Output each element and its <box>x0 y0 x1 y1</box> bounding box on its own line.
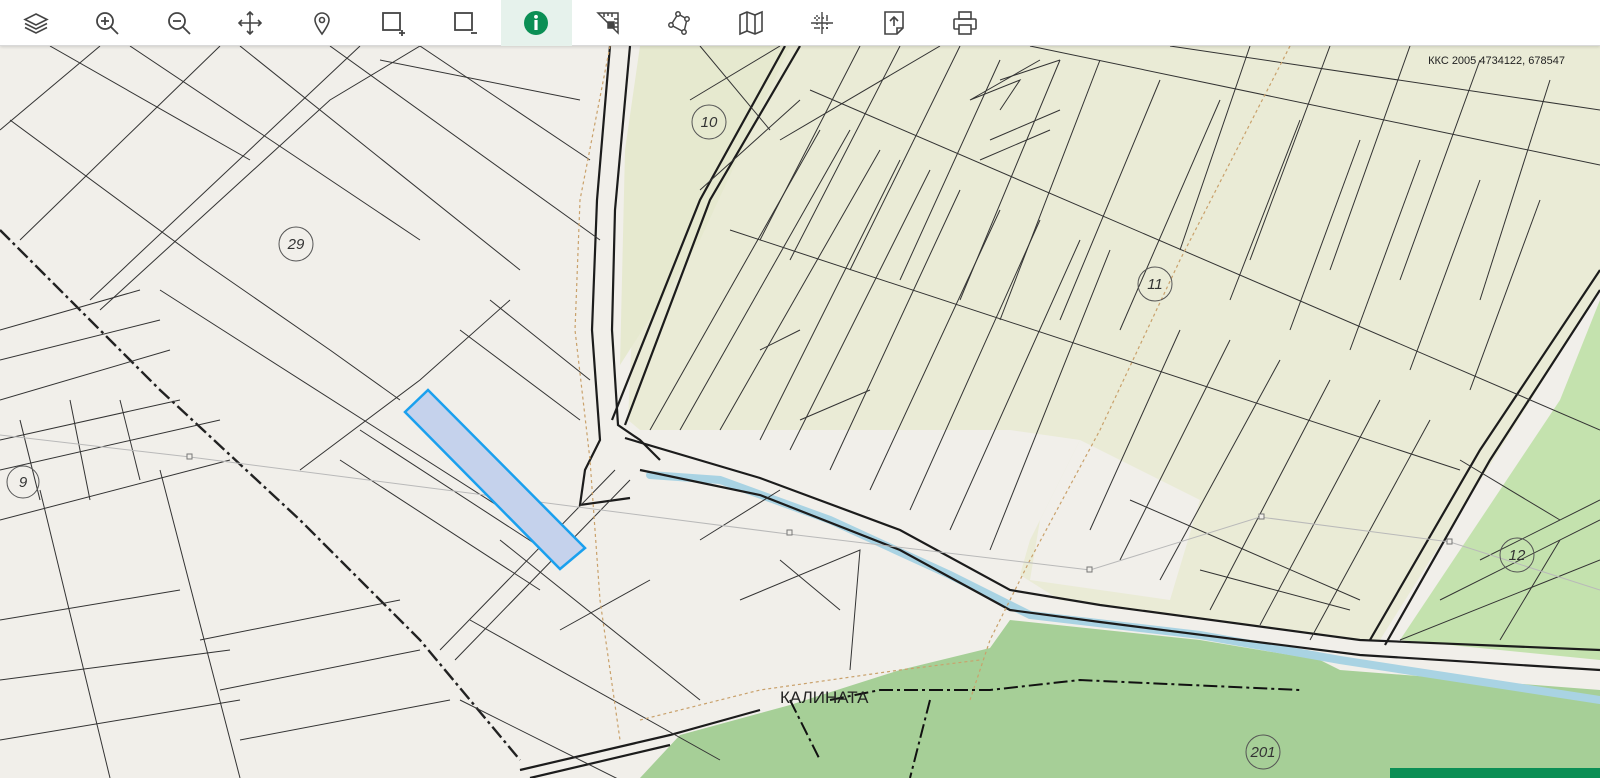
cadastral-map[interactable]: 10 29 11 9 12 201 КАЛИНАТА <box>0 46 1600 778</box>
export-button[interactable] <box>858 0 930 46</box>
svg-text:10: 10 <box>701 114 718 131</box>
zoom-out-button[interactable] <box>143 0 215 46</box>
select-add-button[interactable] <box>358 0 430 46</box>
crosshair-grid-icon <box>811 11 834 34</box>
map-toolbar <box>0 0 1600 46</box>
layers-icon <box>22 12 49 34</box>
select-remove-button[interactable] <box>429 0 501 46</box>
select-remove-icon <box>453 11 477 34</box>
svg-text:9: 9 <box>19 474 28 491</box>
pan-button[interactable] <box>215 0 287 46</box>
polygon-draw-icon <box>668 10 691 35</box>
svg-text:11: 11 <box>1147 276 1163 293</box>
measure-button[interactable] <box>572 0 644 46</box>
export-icon <box>883 10 904 35</box>
grid-button[interactable] <box>787 0 859 46</box>
info-icon <box>524 10 549 35</box>
svg-text:29: 29 <box>287 236 305 253</box>
location-button[interactable] <box>286 0 358 46</box>
layers-button[interactable] <box>0 0 72 46</box>
svg-text:201: 201 <box>1249 744 1275 761</box>
zoom-in-icon <box>96 11 119 35</box>
polygon-draw-button[interactable] <box>644 0 716 46</box>
map-icon <box>738 10 763 35</box>
coordinate-readout: ККС 2005 4734122, 678547 <box>1428 55 1565 67</box>
info-button[interactable] <box>500 0 572 46</box>
svg-text:12: 12 <box>1509 547 1526 564</box>
place-name-label: КАЛИНАТА <box>780 688 869 707</box>
location-pin-icon <box>313 11 330 35</box>
measure-icon <box>595 11 619 35</box>
print-icon <box>953 10 978 35</box>
select-add-icon <box>382 11 406 36</box>
map-attribution-bar <box>1390 768 1600 778</box>
zoom-out-icon <box>167 11 191 35</box>
print-button[interactable] <box>930 0 1002 46</box>
zoom-in-button[interactable] <box>72 0 144 46</box>
pan-icon <box>238 10 263 35</box>
basemap-button[interactable] <box>715 0 787 46</box>
